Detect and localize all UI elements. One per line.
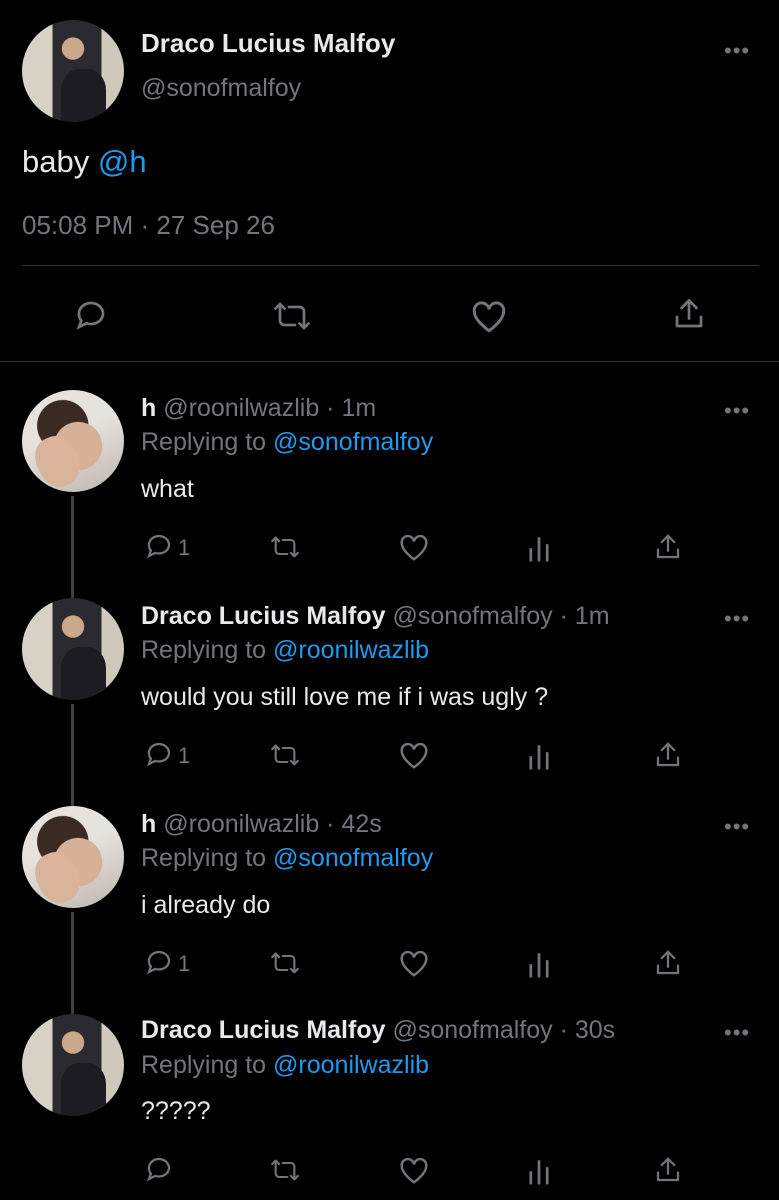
retweet-icon[interactable] <box>270 298 314 334</box>
replying-to: Replying to @roonilwazlib <box>141 636 429 665</box>
author-handle-time[interactable]: @sonofmalfoy · 30s <box>392 1016 615 1044</box>
avatar[interactable] <box>22 1014 124 1116</box>
more-icon[interactable]: ••• <box>724 816 750 838</box>
reply-icon[interactable] <box>143 1154 175 1184</box>
author-handle-time[interactable]: @roonilwazlib · 1m <box>163 394 376 422</box>
replying-to-label: Replying to <box>141 1051 274 1079</box>
avatar[interactable] <box>22 806 124 908</box>
reply-icon[interactable] <box>143 531 175 561</box>
reply-header: h @roonilwazlib · 42s <box>141 810 382 839</box>
replying-to: Replying to @sonofmalfoy <box>141 428 433 457</box>
author-name[interactable]: h <box>141 394 156 422</box>
author-handle-time[interactable]: @sonofmalfoy · 1m <box>392 602 609 630</box>
retweet-icon[interactable] <box>267 1156 303 1184</box>
like-icon[interactable] <box>397 948 431 978</box>
mention-link[interactable]: @sonofmalfoy <box>273 844 433 872</box>
thread-line <box>71 704 74 806</box>
like-icon[interactable] <box>397 740 431 770</box>
retweet-icon[interactable] <box>267 949 303 977</box>
more-icon[interactable]: ••• <box>724 400 750 422</box>
replying-to: Replying to @roonilwazlib <box>141 1051 429 1080</box>
author-handle-time[interactable]: @roonilwazlib · 42s <box>163 810 382 838</box>
thread-line <box>71 496 74 598</box>
share-icon[interactable] <box>653 531 683 563</box>
mention-link[interactable]: @roonilwazlib <box>273 1051 429 1079</box>
share-icon[interactable] <box>653 947 683 979</box>
author-name[interactable]: h <box>141 810 156 838</box>
replying-to-label: Replying to <box>141 636 274 664</box>
views-icon[interactable] <box>526 533 552 563</box>
more-icon[interactable]: ••• <box>724 40 750 62</box>
share-icon[interactable] <box>653 739 683 771</box>
replying-to-label: Replying to <box>141 844 274 872</box>
mention-link[interactable]: @h <box>98 144 147 179</box>
author-handle[interactable]: @sonofmalfoy <box>141 74 301 103</box>
author-name[interactable]: Draco Lucius Malfoy <box>141 28 395 59</box>
reply-header: Draco Lucius Malfoy @sonofmalfoy · 1m <box>141 602 610 631</box>
author-name[interactable]: Draco Lucius Malfoy <box>141 602 386 630</box>
divider <box>22 265 759 266</box>
reply-text: ????? <box>141 1097 211 1125</box>
avatar[interactable] <box>22 598 124 700</box>
share-icon[interactable] <box>653 1154 683 1186</box>
more-icon[interactable]: ••• <box>724 1022 750 1044</box>
replying-to-label: Replying to <box>141 428 274 456</box>
more-icon[interactable]: ••• <box>724 608 750 630</box>
views-icon[interactable] <box>526 1156 552 1186</box>
mention-link[interactable]: @roonilwazlib <box>273 636 429 664</box>
reply-text: i already do <box>141 891 271 919</box>
reply-icon[interactable] <box>72 297 110 333</box>
reply-text: would you still love me if i was ugly ? <box>141 683 549 711</box>
like-icon[interactable] <box>397 532 431 562</box>
like-icon[interactable] <box>397 1155 431 1185</box>
reply-icon[interactable] <box>143 947 175 977</box>
share-icon[interactable] <box>671 295 707 333</box>
tweet-text-body: baby <box>22 144 98 179</box>
views-icon[interactable] <box>526 741 552 771</box>
reply-count: 1 <box>178 951 191 976</box>
retweet-icon[interactable] <box>267 533 303 561</box>
divider <box>0 361 779 362</box>
reply-header: h @roonilwazlib · 1m <box>141 394 376 423</box>
tweet-timestamp[interactable]: 05:08 PM · 27 Sep 26 <box>22 210 275 241</box>
reply-count: 1 <box>178 743 191 768</box>
reply-text: what <box>141 475 194 503</box>
replying-to: Replying to @sonofmalfoy <box>141 844 433 873</box>
reply-header: Draco Lucius Malfoy @sonofmalfoy · 30s <box>141 1016 615 1045</box>
avatar[interactable] <box>22 390 124 492</box>
avatar[interactable] <box>22 20 124 122</box>
thread-line <box>71 912 74 1016</box>
retweet-icon[interactable] <box>267 741 303 769</box>
tweet-text: baby @h <box>22 144 147 180</box>
views-icon[interactable] <box>526 949 552 979</box>
mention-link[interactable]: @sonofmalfoy <box>273 428 433 456</box>
author-name[interactable]: Draco Lucius Malfoy <box>141 1016 386 1044</box>
reply-icon[interactable] <box>143 739 175 769</box>
like-icon[interactable] <box>469 298 509 334</box>
reply-count: 1 <box>178 535 191 560</box>
